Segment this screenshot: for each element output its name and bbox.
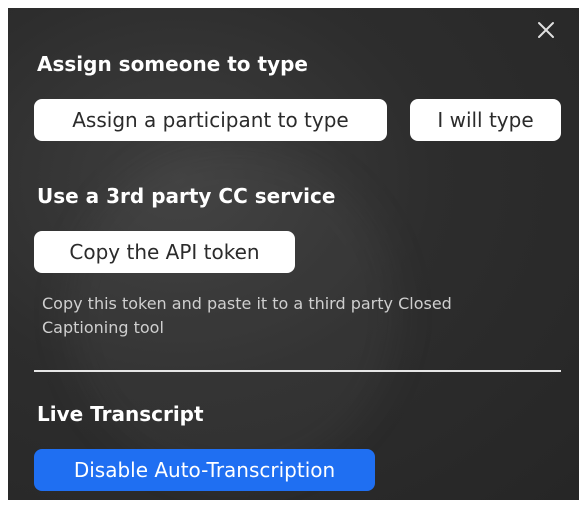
live-transcript-heading: Live Transcript (37, 402, 204, 426)
assign-participant-button[interactable]: Assign a participant to type (34, 99, 387, 141)
close-button[interactable] (532, 16, 560, 44)
section-divider (34, 370, 561, 372)
closed-caption-panel: Assign someone to type Assign a particip… (8, 8, 579, 500)
copy-api-token-button[interactable]: Copy the API token (34, 231, 295, 273)
close-icon (538, 22, 554, 38)
third-party-heading: Use a 3rd party CC service (37, 184, 336, 208)
i-will-type-button[interactable]: I will type (410, 99, 561, 141)
copy-token-description: Copy this token and paste it to a third … (42, 294, 452, 337)
assign-heading: Assign someone to type (37, 52, 308, 76)
disable-auto-transcription-button[interactable]: Disable Auto-Transcription (34, 449, 375, 491)
